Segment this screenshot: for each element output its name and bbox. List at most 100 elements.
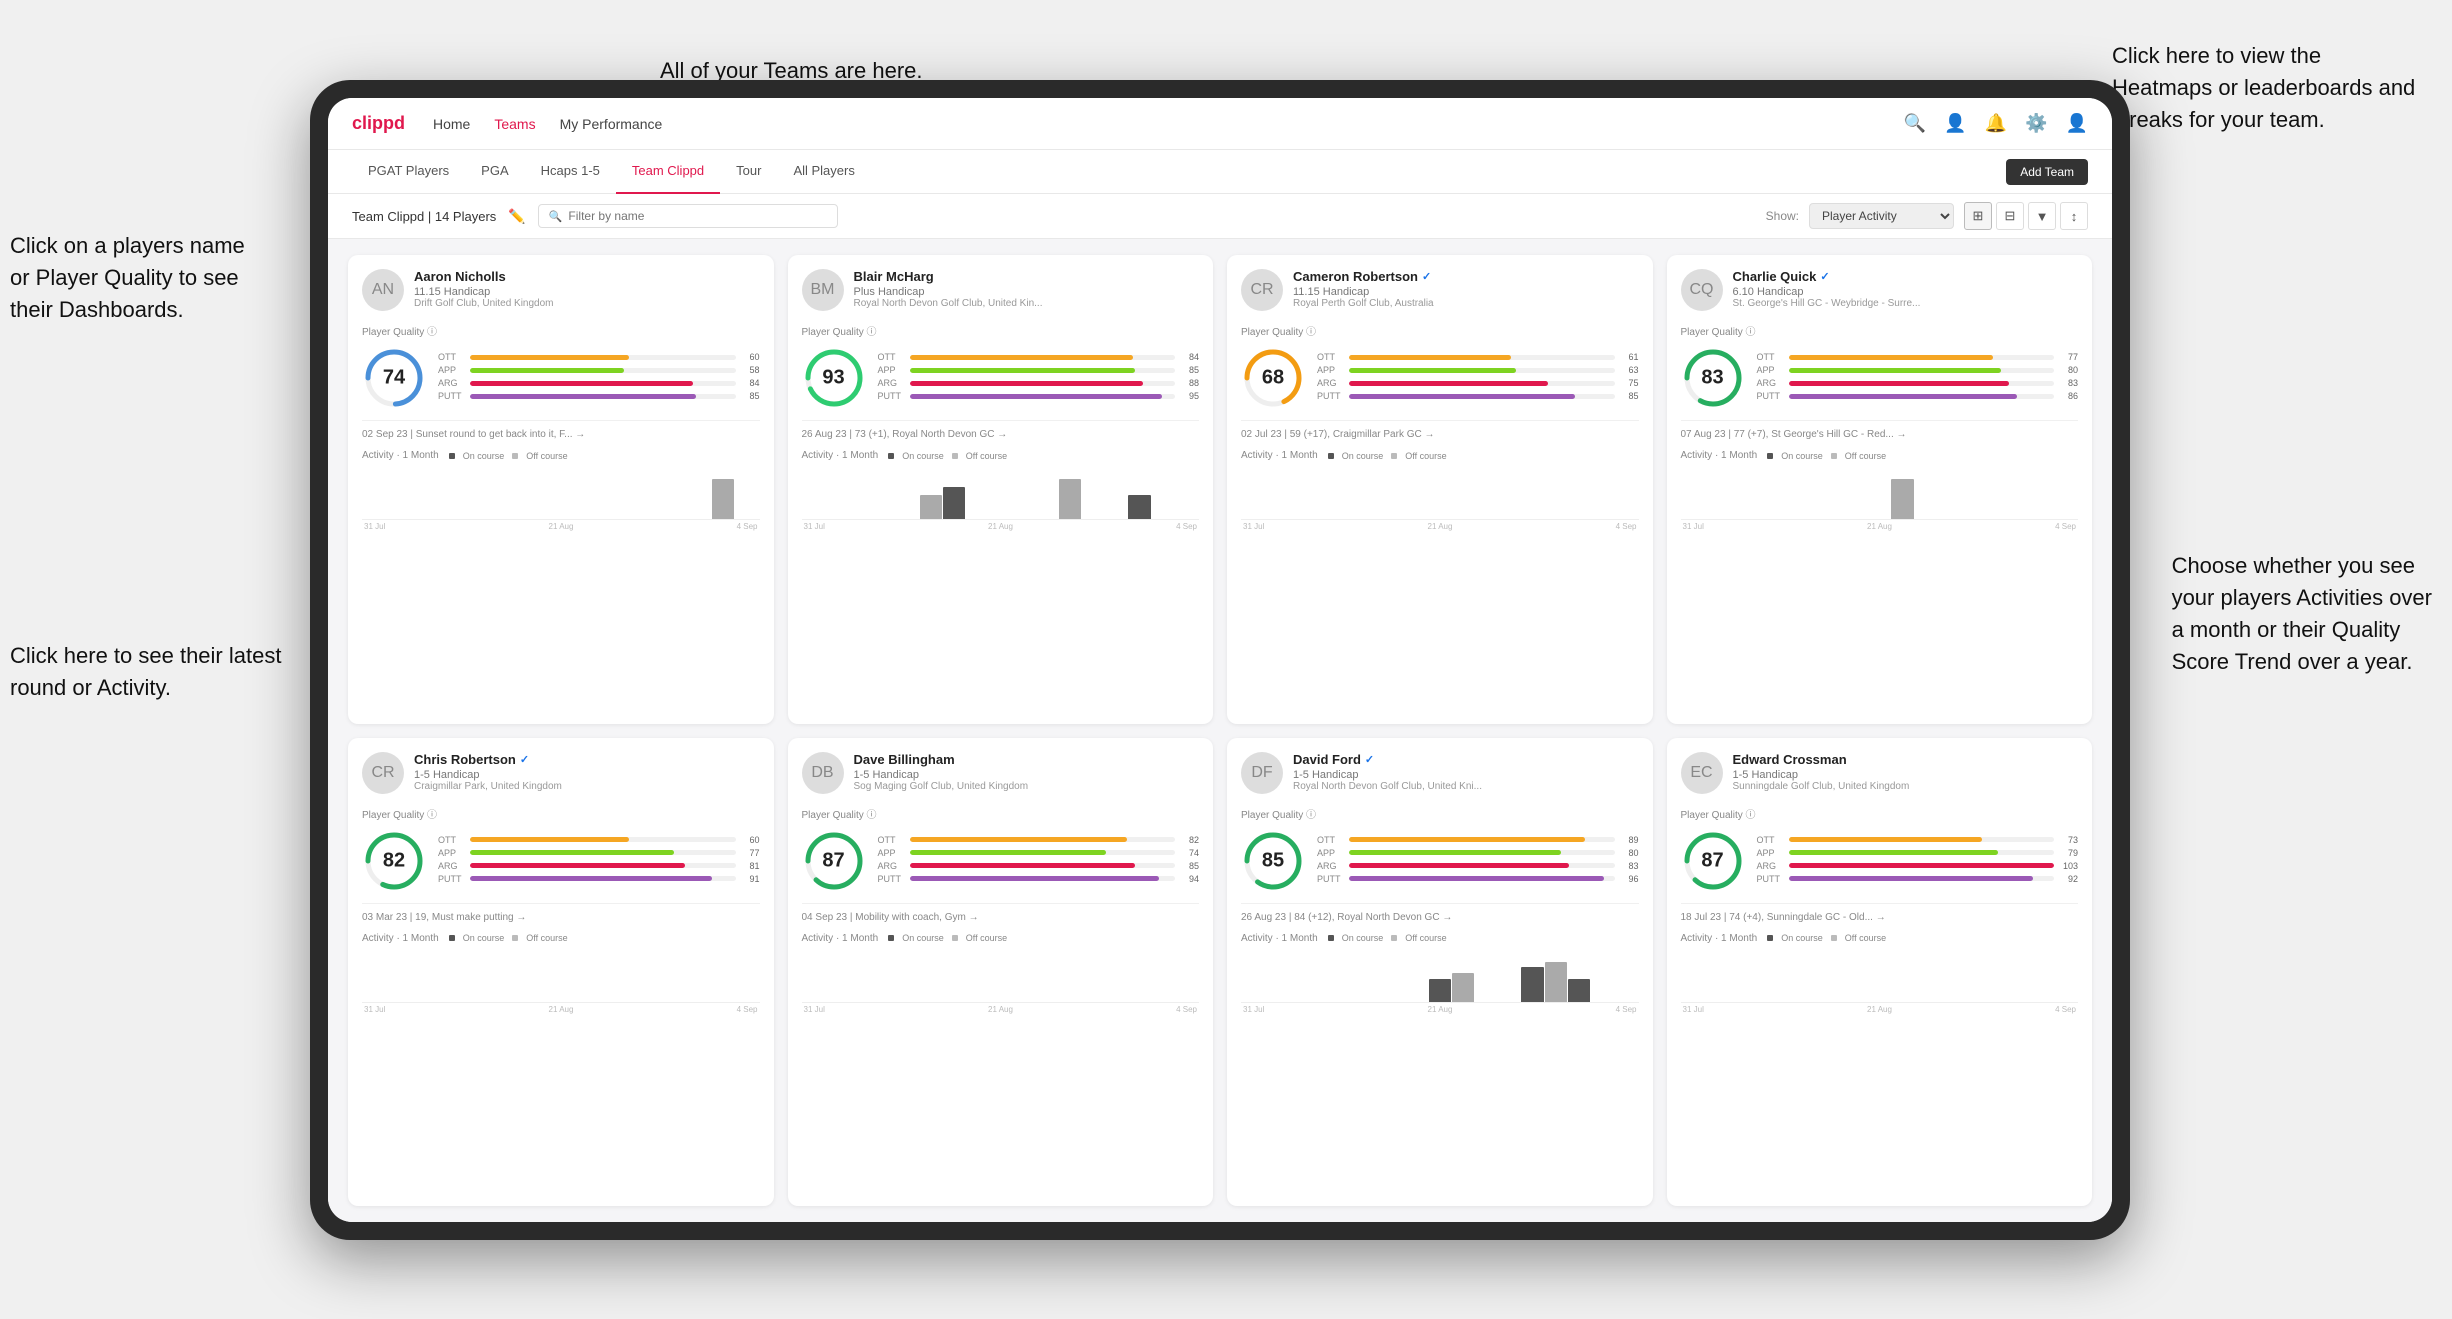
on-course-legend-label: On course bbox=[1342, 933, 1384, 943]
quality-section[interactable]: 83 OTT 77 APP 80 ARG 83 PUTT 86 bbox=[1681, 346, 2079, 410]
quality-label: Player Quality ⓘ bbox=[1241, 323, 1639, 338]
activity-legend: On course Off course bbox=[449, 933, 568, 943]
player-name[interactable]: Aaron Nicholls bbox=[414, 269, 760, 284]
latest-round-text: 07 Aug 23 | 77 (+7), St George's Hill GC… bbox=[1681, 429, 2079, 440]
player-name[interactable]: Chris Robertson ✓ bbox=[414, 752, 760, 767]
sort-icon[interactable]: ↕ bbox=[2060, 202, 2088, 230]
avatar-icon[interactable]: 👤 bbox=[2066, 113, 2088, 134]
player-name[interactable]: Charlie Quick ✓ bbox=[1733, 269, 2079, 284]
quality-label: Player Quality ⓘ bbox=[1681, 323, 2079, 338]
latest-round[interactable]: 02 Sep 23 | Sunset round to get back int… bbox=[362, 420, 760, 440]
search-bar[interactable]: 🔍 bbox=[538, 204, 838, 228]
annotation-player-name: Click on a players nameor Player Quality… bbox=[10, 230, 245, 326]
quality-section[interactable]: 93 OTT 84 APP 85 ARG 88 PUTT 95 bbox=[802, 346, 1200, 410]
latest-round[interactable]: 03 Mar 23 | 19, Must make putting → bbox=[362, 903, 760, 923]
bar-row-putt: PUTT 85 bbox=[438, 391, 760, 401]
app-logo: clippd bbox=[352, 113, 405, 134]
quality-section[interactable]: 68 OTT 61 APP 63 ARG 75 PUTT 85 bbox=[1241, 346, 1639, 410]
avatar: CQ bbox=[1681, 269, 1723, 311]
bar-row-app: APP 80 bbox=[1317, 848, 1639, 858]
player-handicap: 1-5 Handicap bbox=[1733, 769, 2079, 781]
player-card[interactable]: CR Cameron Robertson ✓ 11.15 Handicap Ro… bbox=[1227, 255, 1653, 724]
bar-row-arg: ARG 84 bbox=[438, 378, 760, 388]
chart-date: 21 Aug bbox=[988, 1005, 1013, 1014]
activity-header: Activity · 1 Month On course Off course bbox=[802, 933, 1200, 944]
quality-section[interactable]: 82 OTT 60 APP 77 ARG 81 PUTT 91 bbox=[362, 829, 760, 893]
quality-section[interactable]: 85 OTT 89 APP 80 ARG 83 PUTT 96 bbox=[1241, 829, 1639, 893]
edit-icon[interactable]: ✏️ bbox=[508, 208, 525, 225]
chart-bars bbox=[362, 465, 760, 519]
quality-circle[interactable]: 83 bbox=[1681, 346, 1745, 410]
latest-round[interactable]: 04 Sep 23 | Mobility with coach, Gym → bbox=[802, 903, 1200, 923]
nav-home[interactable]: Home bbox=[433, 112, 470, 136]
quality-circle[interactable]: 93 bbox=[802, 346, 866, 410]
player-name[interactable]: Cameron Robertson ✓ bbox=[1293, 269, 1639, 284]
activity-legend: On course Off course bbox=[1328, 933, 1447, 943]
search-input[interactable] bbox=[568, 209, 826, 223]
player-name[interactable]: Edward Crossman bbox=[1733, 752, 2079, 767]
subnav-pga[interactable]: PGA bbox=[465, 150, 524, 194]
subnav-team-clippd[interactable]: Team Clippd bbox=[616, 150, 720, 194]
quality-circle[interactable]: 68 bbox=[1241, 346, 1305, 410]
latest-round[interactable]: 02 Jul 23 | 59 (+17), Craigmillar Park G… bbox=[1241, 420, 1639, 440]
quality-section[interactable]: 87 OTT 73 APP 79 ARG 103 PUTT 92 bbox=[1681, 829, 2079, 893]
player-card[interactable]: EC Edward Crossman 1-5 Handicap Sunningd… bbox=[1667, 738, 2093, 1207]
bar-row-app: APP 58 bbox=[438, 365, 760, 375]
add-team-button[interactable]: Add Team bbox=[2006, 159, 2088, 185]
activity-legend: On course Off course bbox=[1328, 451, 1447, 461]
activity-section: Activity · 1 Month On course Off course bbox=[1681, 933, 2079, 1014]
latest-round[interactable]: 18 Jul 23 | 74 (+4), Sunningdale GC - Ol… bbox=[1681, 903, 2079, 923]
activity-header: Activity · 1 Month On course Off course bbox=[1241, 450, 1639, 461]
grid3-icon[interactable]: ⊟ bbox=[1996, 202, 2024, 230]
quality-section[interactable]: 74 OTT 60 APP 58 ARG 84 PUTT 85 bbox=[362, 346, 760, 410]
settings-icon[interactable]: ⚙️ bbox=[2025, 113, 2047, 134]
grid4-icon[interactable]: ⊞ bbox=[1964, 202, 1992, 230]
activity-section: Activity · 1 Month On course Off course bbox=[362, 933, 760, 1014]
latest-round-text: 02 Jul 23 | 59 (+17), Craigmillar Park G… bbox=[1241, 429, 1639, 440]
subnav-hcaps[interactable]: Hcaps 1-5 bbox=[525, 150, 616, 194]
bar-row-app: APP 79 bbox=[1757, 848, 2079, 858]
avatar: CR bbox=[362, 752, 404, 794]
chart-bars bbox=[802, 465, 1200, 519]
quality-score: 82 bbox=[383, 849, 405, 872]
subnav-pgat[interactable]: PGAT Players bbox=[352, 150, 465, 194]
player-card[interactable]: DB Dave Billingham 1-5 Handicap Sog Magi… bbox=[788, 738, 1214, 1207]
player-card[interactable]: DF David Ford ✓ 1-5 Handicap Royal North… bbox=[1227, 738, 1653, 1207]
activity-title: Activity · 1 Month bbox=[1681, 933, 1758, 944]
bar-row-putt: PUTT 92 bbox=[1757, 874, 2079, 884]
quality-circle[interactable]: 82 bbox=[362, 829, 426, 893]
bar-row-putt: PUTT 96 bbox=[1317, 874, 1639, 884]
bar-row-app: APP 63 bbox=[1317, 365, 1639, 375]
annotation-activities: Choose whether you seeyour players Activ… bbox=[2172, 550, 2432, 678]
activity-legend: On course Off course bbox=[888, 451, 1007, 461]
quality-circle[interactable]: 85 bbox=[1241, 829, 1305, 893]
bell-icon[interactable]: 🔔 bbox=[1985, 113, 2007, 134]
quality-section[interactable]: 87 OTT 82 APP 74 ARG 85 PUTT 94 bbox=[802, 829, 1200, 893]
latest-round-text: 18 Jul 23 | 74 (+4), Sunningdale GC - Ol… bbox=[1681, 912, 2079, 923]
player-info: Dave Billingham 1-5 Handicap Sog Maging … bbox=[854, 752, 1200, 792]
player-card[interactable]: BM Blair McHarg Plus Handicap Royal Nort… bbox=[788, 255, 1214, 724]
latest-round[interactable]: 07 Aug 23 | 77 (+7), St George's Hill GC… bbox=[1681, 420, 2079, 440]
subnav-all-players[interactable]: All Players bbox=[777, 150, 870, 194]
search-icon[interactable]: 🔍 bbox=[1904, 113, 1926, 134]
player-header: AN Aaron Nicholls 11.15 Handicap Drift G… bbox=[362, 269, 760, 311]
quality-label: Player Quality ⓘ bbox=[362, 323, 760, 338]
latest-round[interactable]: 26 Aug 23 | 73 (+1), Royal North Devon G… bbox=[802, 420, 1200, 440]
on-course-legend-label: On course bbox=[1781, 451, 1823, 461]
nav-performance[interactable]: My Performance bbox=[560, 112, 663, 136]
show-select[interactable]: Player Activity Quality Score Trend bbox=[1809, 203, 1954, 229]
player-name[interactable]: Blair McHarg bbox=[854, 269, 1200, 284]
nav-teams[interactable]: Teams bbox=[494, 112, 535, 136]
player-card[interactable]: CQ Charlie Quick ✓ 6.10 Handicap St. Geo… bbox=[1667, 255, 2093, 724]
quality-circle[interactable]: 87 bbox=[802, 829, 866, 893]
profile-icon[interactable]: 👤 bbox=[1944, 113, 1966, 134]
latest-round[interactable]: 26 Aug 23 | 84 (+12), Royal North Devon … bbox=[1241, 903, 1639, 923]
subnav-tour[interactable]: Tour bbox=[720, 150, 777, 194]
quality-circle[interactable]: 74 bbox=[362, 346, 426, 410]
player-card[interactable]: CR Chris Robertson ✓ 1-5 Handicap Craigm… bbox=[348, 738, 774, 1207]
player-name[interactable]: Dave Billingham bbox=[854, 752, 1200, 767]
player-name[interactable]: David Ford ✓ bbox=[1293, 752, 1639, 767]
filter-icon[interactable]: ▼ bbox=[2028, 202, 2056, 230]
player-card[interactable]: AN Aaron Nicholls 11.15 Handicap Drift G… bbox=[348, 255, 774, 724]
quality-circle[interactable]: 87 bbox=[1681, 829, 1745, 893]
